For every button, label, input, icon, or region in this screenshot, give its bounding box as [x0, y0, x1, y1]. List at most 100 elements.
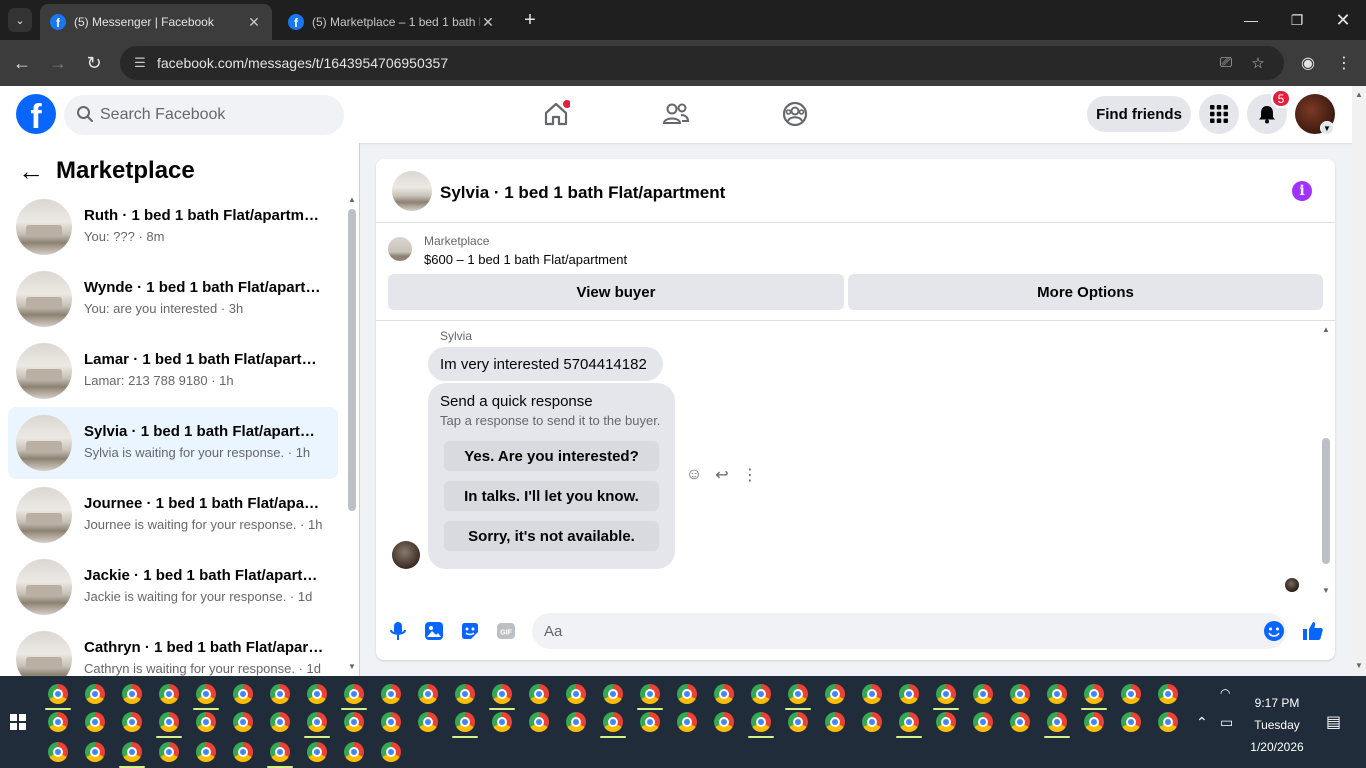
chrome-taskbar-icon[interactable]: [1158, 684, 1178, 704]
chrome-taskbar-icon[interactable]: [1084, 684, 1104, 704]
home-icon[interactable]: [542, 100, 570, 128]
chrome-taskbar-icon[interactable]: [788, 684, 808, 704]
chrome-taskbar-icon[interactable]: [529, 684, 549, 704]
profile-icon[interactable]: ◉: [1296, 51, 1320, 75]
chrome-taskbar-icon[interactable]: [1121, 684, 1141, 704]
reply-icon[interactable]: ↩: [712, 465, 732, 485]
menu-button[interactable]: [1199, 94, 1239, 134]
new-tab-button[interactable]: +: [518, 8, 542, 32]
chrome-taskbar-icon[interactable]: [344, 712, 364, 732]
chrome-taskbar-icon[interactable]: [492, 684, 512, 704]
chrome-taskbar-icon[interactable]: [159, 684, 179, 704]
chrome-taskbar-icon[interactable]: [418, 712, 438, 732]
chrome-taskbar-icon[interactable]: [270, 684, 290, 704]
site-settings-icon[interactable]: ☰: [132, 55, 148, 71]
chrome-taskbar-icon[interactable]: [48, 742, 68, 762]
view-buyer-button[interactable]: View buyer: [388, 274, 844, 310]
chrome-taskbar-icon[interactable]: [307, 742, 327, 762]
chrome-taskbar-icon[interactable]: [973, 712, 993, 732]
thumbs-up-icon[interactable]: [1301, 619, 1325, 643]
chrome-taskbar-icon[interactable]: [973, 684, 993, 704]
chrome-taskbar-icon[interactable]: [566, 684, 586, 704]
notification-center-icon[interactable]: ▤: [1326, 712, 1341, 732]
chrome-taskbar-icon[interactable]: [677, 684, 697, 704]
chrome-taskbar-icon[interactable]: [85, 684, 105, 704]
conversation-item[interactable]: Ruth · 1 bed 1 bath Flat/apartment You: …: [8, 191, 338, 263]
chrome-taskbar-icon[interactable]: [455, 712, 475, 732]
chrome-taskbar-icon[interactable]: [344, 684, 364, 704]
quick-response-button[interactable]: Sorry, it's not available.: [444, 521, 659, 551]
chrome-taskbar-icon[interactable]: [48, 712, 68, 732]
chrome-taskbar-icon[interactable]: [640, 712, 660, 732]
incoming-message[interactable]: Im very interested 5704414182: [428, 347, 663, 381]
quick-response-button[interactable]: Yes. Are you interested?: [444, 441, 659, 471]
scroll-up-arrow-icon[interactable]: ▲: [1322, 325, 1330, 334]
find-friends-button[interactable]: Find friends: [1087, 96, 1191, 132]
chrome-taskbar-icon[interactable]: [270, 742, 290, 762]
chrome-taskbar-icon[interactable]: [48, 684, 68, 704]
chrome-taskbar-icon[interactable]: [1010, 712, 1030, 732]
message-input[interactable]: [544, 613, 1244, 649]
browser-menu-icon[interactable]: ⋮: [1332, 51, 1356, 75]
chrome-taskbar-icon[interactable]: [1047, 684, 1067, 704]
scroll-down-arrow-icon[interactable]: ▼: [348, 662, 356, 671]
chrome-taskbar-icon[interactable]: [159, 742, 179, 762]
chrome-taskbar-icon[interactable]: [307, 684, 327, 704]
chevron-down-icon[interactable]: ▼: [1320, 121, 1334, 135]
chrome-taskbar-icon[interactable]: [899, 712, 919, 732]
chrome-taskbar-icon[interactable]: [640, 684, 660, 704]
chrome-taskbar-icon[interactable]: [492, 712, 512, 732]
chrome-taskbar-icon[interactable]: [714, 684, 734, 704]
chrome-taskbar-icon[interactable]: [122, 684, 142, 704]
facebook-logo-icon[interactable]: f: [16, 94, 56, 134]
chrome-taskbar-icon[interactable]: [1010, 684, 1030, 704]
tab-close-icon[interactable]: ✕: [246, 14, 262, 31]
chrome-taskbar-icon[interactable]: [233, 684, 253, 704]
install-app-icon[interactable]: ⎚: [1216, 54, 1236, 74]
more-options-button[interactable]: More Options: [848, 274, 1323, 310]
chrome-taskbar-icon[interactable]: [196, 684, 216, 704]
chrome-taskbar-icon[interactable]: [1158, 712, 1178, 732]
search-input[interactable]: [100, 95, 330, 135]
reload-icon[interactable]: ↻: [82, 51, 106, 75]
chrome-taskbar-icon[interactable]: [714, 712, 734, 732]
chrome-taskbar-icon[interactable]: [936, 684, 956, 704]
photo-icon[interactable]: [422, 619, 446, 643]
back-arrow-icon[interactable]: ←: [10, 51, 34, 75]
quick-response-button[interactable]: In talks. I'll let you know.: [444, 481, 659, 511]
chrome-taskbar-icon[interactable]: [196, 712, 216, 732]
sticker-icon[interactable]: [458, 619, 482, 643]
chrome-taskbar-icon[interactable]: [936, 712, 956, 732]
bookmark-star-icon[interactable]: ☆: [1248, 54, 1268, 74]
chrome-taskbar-icon[interactable]: [196, 742, 216, 762]
chrome-taskbar-icon[interactable]: [122, 742, 142, 762]
back-arrow-icon[interactable]: ←: [18, 158, 44, 185]
scroll-down-arrow-icon[interactable]: ▼: [1322, 586, 1330, 595]
scroll-up-arrow-icon[interactable]: ▲: [1355, 90, 1363, 99]
window-close-icon[interactable]: ✕: [1320, 0, 1366, 40]
listing-title[interactable]: $600 – 1 bed 1 bath Flat/apartment: [424, 252, 627, 267]
forward-arrow-icon[interactable]: →: [46, 51, 70, 75]
message-composer[interactable]: [532, 613, 1286, 649]
chrome-taskbar-icon[interactable]: [603, 684, 623, 704]
tab-close-icon[interactable]: ✕: [480, 14, 496, 31]
chrome-taskbar-icon[interactable]: [751, 712, 771, 732]
chrome-taskbar-icon[interactable]: [159, 712, 179, 732]
chrome-taskbar-icon[interactable]: [233, 712, 253, 732]
chevron-up-icon[interactable]: ⌃: [1196, 714, 1208, 731]
chrome-taskbar-icon[interactable]: [455, 684, 475, 704]
system-clock[interactable]: 9:17 PM Tuesday 1/20/2026: [1238, 692, 1316, 758]
chat-title[interactable]: Sylvia · 1 bed 1 bath Flat/apartment: [440, 183, 725, 203]
conversation-item[interactable]: Jackie · 1 bed 1 bath Flat/apartment Jac…: [8, 551, 338, 623]
chrome-taskbar-icon[interactable]: [307, 712, 327, 732]
chrome-taskbar-icon[interactable]: [418, 684, 438, 704]
friends-icon[interactable]: [662, 100, 690, 128]
address-bar[interactable]: ☰ facebook.com/messages/t/16439547069503…: [120, 46, 1284, 80]
chrome-taskbar-icon[interactable]: [1084, 712, 1104, 732]
maximize-icon[interactable]: ❐: [1274, 0, 1320, 40]
chrome-taskbar-icon[interactable]: [529, 712, 549, 732]
tab-messenger[interactable]: f (5) Messenger | Facebook ✕: [40, 4, 272, 40]
sidebar-scrollbar[interactable]: [348, 209, 356, 511]
chrome-taskbar-icon[interactable]: [381, 742, 401, 762]
info-icon[interactable]: i: [1292, 181, 1312, 201]
